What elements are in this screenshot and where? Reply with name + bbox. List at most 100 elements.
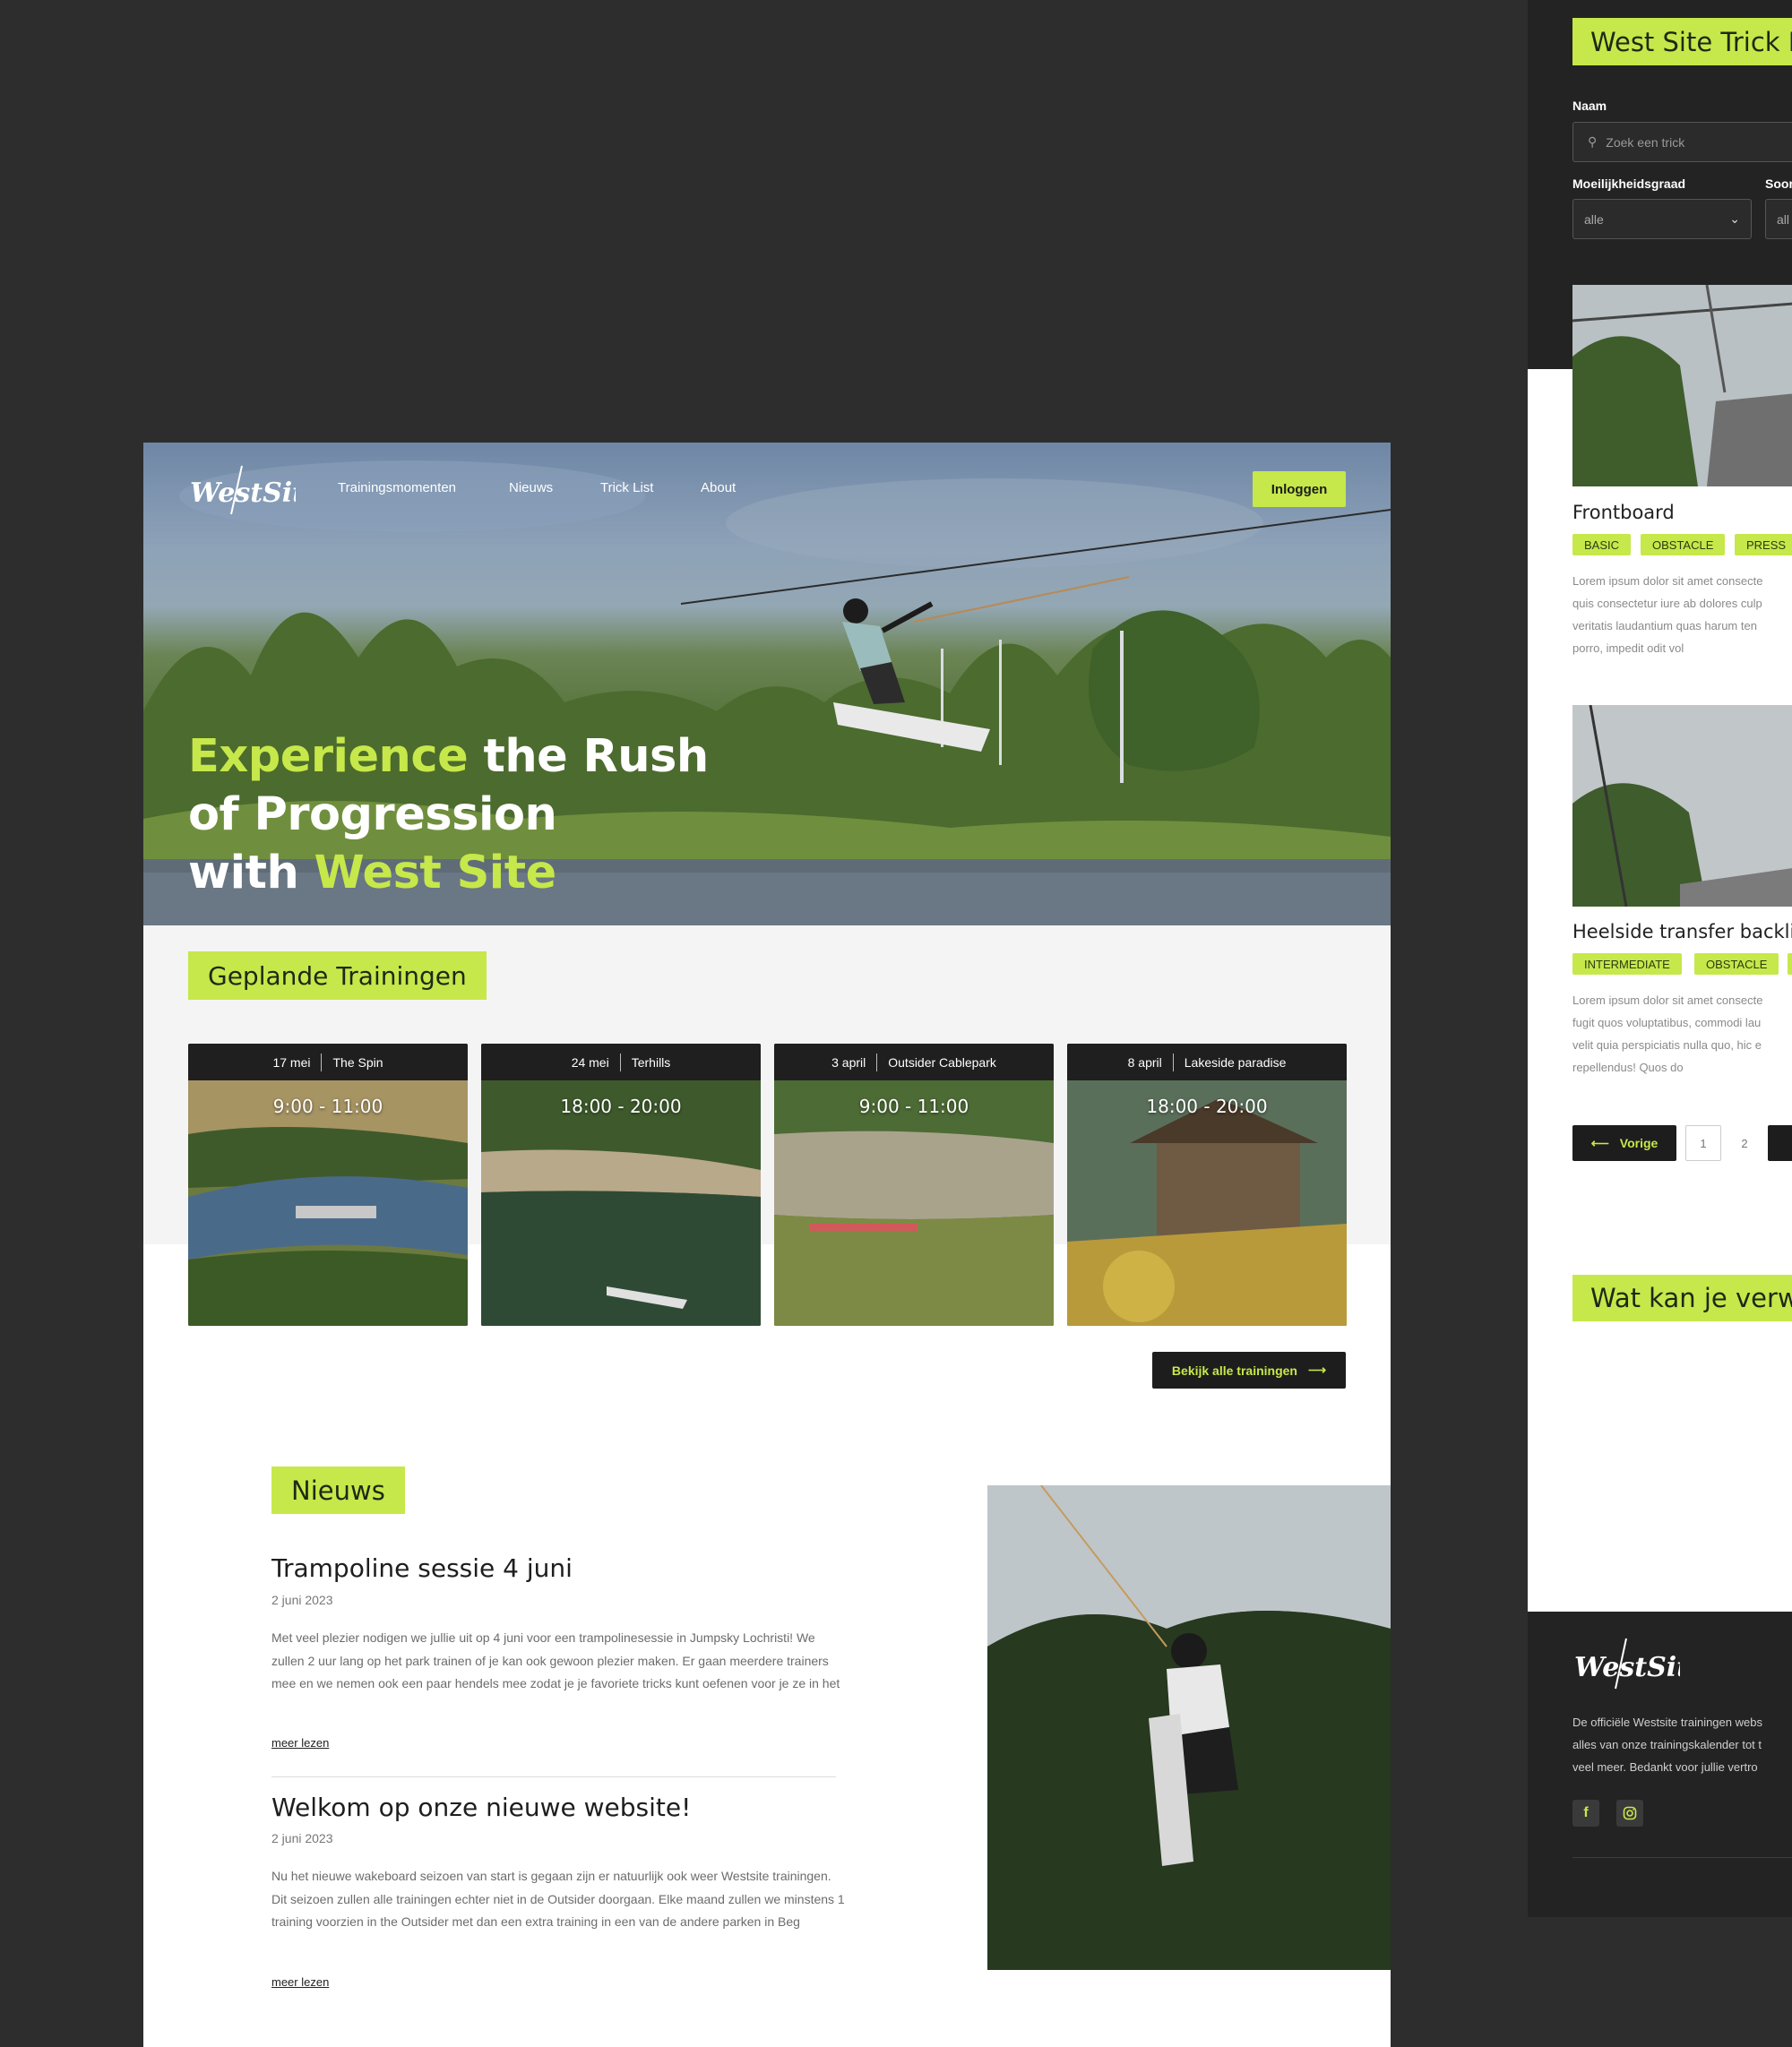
search-icon: ⚲ [1588,134,1598,149]
name-filter-label: Naam [1572,99,1607,113]
training-time: 18:00 - 20:00 [1146,1096,1268,1117]
instagram-glyph [1623,1806,1637,1820]
news-wakeboard-photo [987,1485,1391,1970]
trick-name[interactable]: Heelside transfer backlip [1572,921,1792,942]
header-separator [321,1053,323,1071]
footer-westsite-logo[interactable]: WestSite [1572,1635,1680,1692]
training-location-photo [1067,1080,1347,1326]
nav-link-trainingsmomenten[interactable]: Trainingsmomenten [338,480,456,495]
login-button[interactable]: Inloggen [1253,471,1346,507]
header-separator [876,1053,878,1071]
footer-line: De officiële Westsite trainingen webs [1572,1716,1762,1729]
desc-line: fugit quos voluptatibus, commodi lau [1572,1016,1762,1029]
hero-section: WestSite Trainingsmomenten Nieuws Trick … [143,443,1391,925]
training-card-header: 17 mei The Spin [188,1044,468,1080]
all-trainings-label: Bekijk alle trainingen [1171,1363,1297,1378]
training-location-photo [188,1080,468,1326]
facebook-icon[interactable]: f [1572,1800,1599,1827]
training-date: 8 april [1127,1054,1162,1070]
training-location: Lakeside paradise [1184,1054,1287,1070]
trick-search-input[interactable]: ⚲ Zoek een trick [1572,122,1792,162]
homepage-mockup: WestSite Trainingsmomenten Nieuws Trick … [143,443,1391,2047]
previous-label: Vorige [1619,1136,1658,1150]
training-date: 17 mei [272,1054,311,1070]
trick-photo [1572,705,1792,907]
training-card[interactable]: 17 mei The Spin 9:00 - 11:00 [188,1044,468,1326]
nav-link-nieuws[interactable]: Nieuws [509,480,553,495]
page-1-button[interactable]: 1 [1685,1125,1721,1161]
nav-link-trick-list[interactable]: Trick List [600,480,653,495]
trick-tag: BASIC [1572,534,1632,555]
facebook-glyph: f [1583,1805,1589,1820]
difficulty-value: alle [1584,211,1604,227]
trick-photo [1572,285,1792,486]
hero-line1-rest: the Rush [468,730,709,783]
training-location: Outsider Cablepark [888,1054,996,1070]
news-date: 2 juni 2023 [271,1593,333,1607]
instagram-icon[interactable] [1616,1800,1643,1827]
news-read-more-link[interactable]: meer lezen [271,1736,329,1750]
training-card-header: 3 april Outsider Cablepark [774,1044,1054,1080]
training-card[interactable]: 3 april Outsider Cablepark 9:00 - 11:00 [774,1044,1054,1326]
training-location: The Spin [332,1054,383,1070]
trick-description: Lorem ipsum dolor sit amet consecte fugi… [1572,989,1792,1079]
westsite-logo[interactable]: WestSite [188,462,296,518]
next-page-button[interactable] [1768,1125,1792,1161]
sort-select[interactable]: all [1765,199,1792,239]
hero-line2: of Progression [188,788,557,841]
tricklist-title: West Site Trick L [1572,18,1792,65]
news-body: Nu het nieuwe wakeboard seizoen van star… [271,1869,845,1929]
desc-line: veritatis laudantium quas harum ten [1572,619,1757,632]
hero-headline: Experience the Rush of Progression with … [188,727,709,902]
desc-line: Lorem ipsum dolor sit amet consecte [1572,574,1763,588]
training-location-photo [774,1080,1054,1326]
expectations-heading: Wat kan je verw [1572,1275,1792,1321]
desc-line: repellendus! Quos do [1572,1061,1684,1074]
footer-line: alles van onze trainingskalender tot t [1572,1738,1762,1751]
difficulty-filter-label: Moeilijkheidsgraad [1572,176,1686,191]
svg-text:WestSite: WestSite [1574,1652,1680,1683]
desc-line: porro, impedit odit vol [1572,641,1684,655]
hero-accent-experience: Experience [188,730,469,783]
footer-description: De officiële Westsite trainingen webs al… [1572,1711,1792,1778]
trick-description: Lorem ipsum dolor sit amet consecte quis… [1572,570,1792,659]
news-title[interactable]: Welkom op onze nieuwe website! [271,1793,691,1822]
training-time: 9:00 - 11:00 [272,1096,383,1117]
trick-tag: OBSTACLE [1641,534,1726,555]
training-date: 24 mei [571,1054,609,1070]
page-2-button[interactable]: 2 [1727,1125,1762,1161]
trick-tag: PRESS [1735,534,1792,555]
difficulty-select[interactable]: alle ⌄ [1572,199,1752,239]
header-separator [619,1053,621,1071]
search-placeholder: Zoek een trick [1606,134,1685,150]
previous-page-button[interactable]: ⟵ Vorige [1572,1125,1676,1161]
footer-line: veel meer. Bedankt voor jullie vertro [1572,1760,1758,1774]
news-heading: Nieuws [271,1466,405,1514]
news-read-more-link[interactable]: meer lezen [271,1975,329,1989]
trick-tag: OBSTACLE [1694,953,1779,975]
training-card-header: 8 april Lakeside paradise [1067,1044,1347,1080]
news-title[interactable]: Trampoline sessie 4 juni [271,1553,573,1583]
training-location: Terhills [631,1054,671,1070]
desc-line: velit quia perspiciatis nulla quo, hic e [1572,1038,1762,1052]
hero-accent-westsite: West Site [314,847,557,899]
training-card[interactable]: 24 mei Terhills 18:00 - 20:00 [481,1044,761,1326]
hero-line3-prefix: with [188,847,314,899]
training-time: 18:00 - 20:00 [560,1096,682,1117]
trick-tag-overflow [1788,953,1792,975]
news-body: Met veel plezier nodigen we jullie uit o… [271,1630,840,1690]
desc-line: quis consectetur iure ab dolores culp [1572,597,1762,610]
svg-text:WestSite: WestSite [190,477,296,509]
trick-name[interactable]: Frontboard [1572,502,1675,523]
training-card[interactable]: 8 april Lakeside paradise 18:00 - 20:00 [1067,1044,1347,1326]
tricklist-mockup: West Site Trick L Naam ⚲ Zoek een trick … [1528,0,1792,1917]
top-navigation: WestSite Trainingsmomenten Nieuws Trick … [143,443,1391,538]
header-separator [1172,1053,1174,1071]
nav-link-about[interactable]: About [701,480,736,495]
all-trainings-button[interactable]: Bekijk alle trainingen ⟶ [1152,1352,1346,1389]
arrow-left-icon: ⟵ [1590,1135,1609,1150]
sort-filter-label: Soor [1765,176,1792,191]
trainings-heading: Geplande Trainingen [188,951,487,1000]
training-date: 3 april [831,1054,866,1070]
desc-line: Lorem ipsum dolor sit amet consecte [1572,993,1763,1007]
